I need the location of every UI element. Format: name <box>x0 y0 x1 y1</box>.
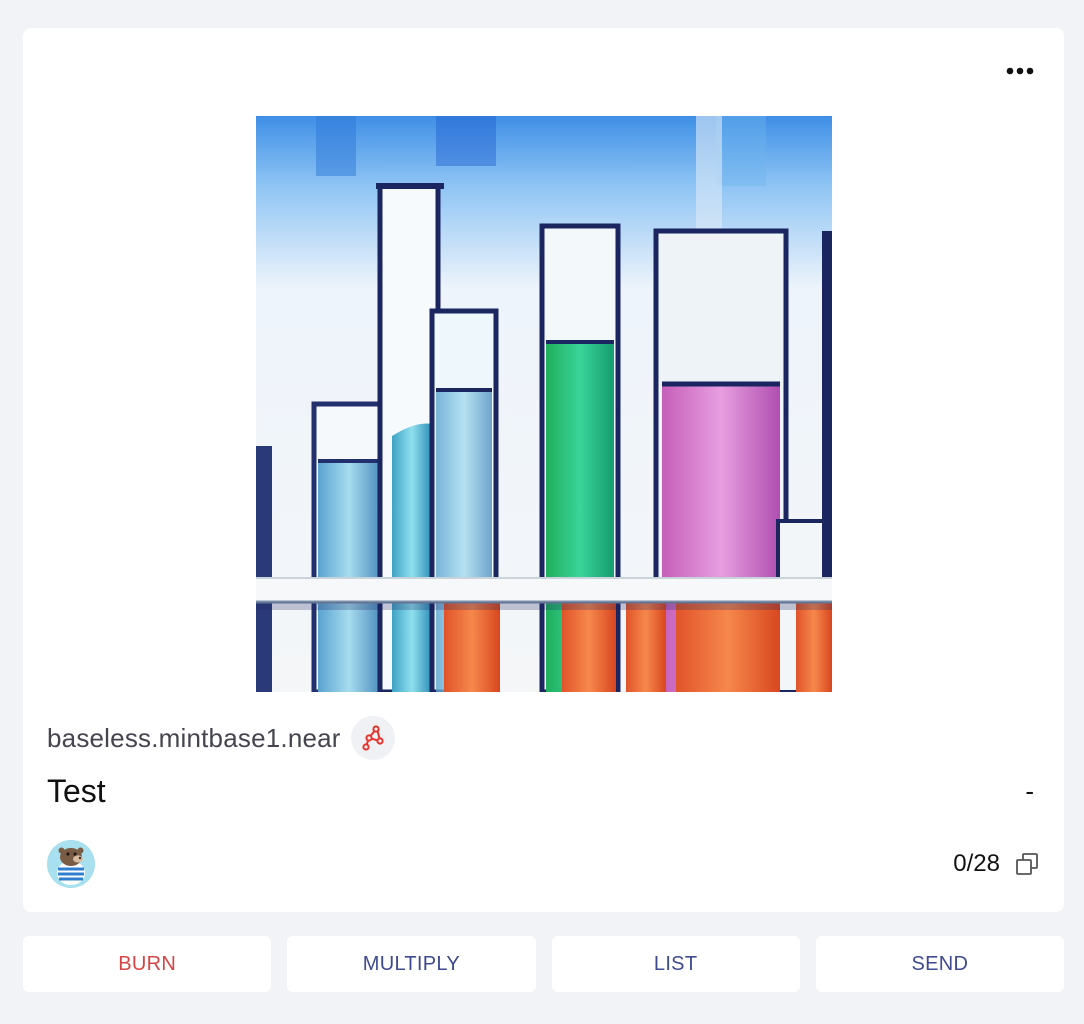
action-bar: BURN MULTIPLY LIST SEND <box>23 936 1064 992</box>
supply-group: 0/28 <box>953 850 1040 878</box>
burn-button[interactable]: BURN <box>23 936 272 992</box>
copies-icon[interactable] <box>1014 851 1040 877</box>
more-horizontal-icon <box>1006 67 1034 75</box>
more-options-button[interactable] <box>1003 58 1037 84</box>
store-badge[interactable] <box>350 716 395 760</box>
nft-price: - <box>1025 776 1034 806</box>
store-name[interactable]: baseless.mintbase1.near <box>47 723 341 754</box>
store-network-icon <box>362 725 384 751</box>
title-row: Test - <box>47 773 1040 810</box>
nft-card: baseless.mintbase1.near Test - 0/28 <box>23 28 1064 912</box>
supply-count: 0/28 <box>953 850 1000 877</box>
list-button[interactable]: LIST <box>551 936 800 992</box>
owner-avatar[interactable] <box>47 840 95 888</box>
nft-image[interactable] <box>256 116 832 692</box>
send-button[interactable]: SEND <box>815 936 1064 992</box>
owner-row: 0/28 <box>47 840 1040 888</box>
nft-title: Test <box>47 773 106 809</box>
bear-avatar-icon <box>47 840 95 888</box>
test-tubes-image <box>256 116 832 692</box>
multiply-button[interactable]: MULTIPLY <box>287 936 536 992</box>
store-row: baseless.mintbase1.near <box>47 716 395 760</box>
